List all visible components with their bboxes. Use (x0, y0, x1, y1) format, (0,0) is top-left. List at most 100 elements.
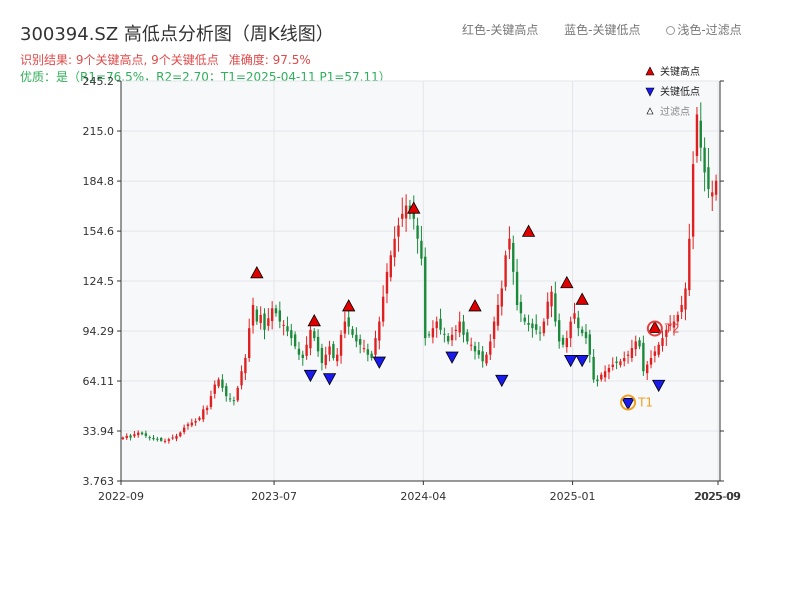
candle-body (133, 434, 136, 437)
candle-body (500, 288, 503, 307)
candle-body (630, 348, 634, 359)
candle-body (714, 180, 718, 195)
candle-body (305, 344, 308, 356)
candle-body (385, 271, 389, 294)
candle-body (557, 320, 561, 342)
y-tick-label: 3.763 (83, 475, 115, 488)
candle-body (351, 329, 354, 335)
candle-body (649, 358, 653, 365)
candle-body (619, 361, 622, 366)
t1-label: T1 (637, 395, 653, 409)
candle-body (680, 304, 683, 313)
candle-body (389, 255, 392, 278)
candle-body (244, 358, 247, 374)
candle-body (695, 114, 699, 157)
candle-body (163, 440, 167, 442)
candle-body (270, 308, 274, 322)
candle-body (600, 374, 603, 380)
candle-body (646, 364, 649, 374)
candle-body (374, 338, 377, 355)
candle-body (366, 349, 370, 355)
y-tick-label: 33.94 (83, 425, 115, 438)
candle-body (393, 238, 396, 258)
candle-body (688, 238, 691, 291)
candle-body (255, 309, 259, 322)
candle-body (140, 432, 144, 435)
candle-body (274, 308, 278, 314)
candle-body (477, 350, 481, 355)
candle-body (397, 225, 400, 237)
candle-body (401, 213, 404, 219)
candle-body (450, 334, 454, 341)
candle-body (485, 354, 488, 364)
candle-body (623, 358, 626, 362)
candle-body (638, 340, 641, 347)
legend-high-icon (645, 66, 655, 76)
candle-body (420, 240, 423, 259)
y-tick-label: 154.6 (83, 225, 115, 238)
candle-body (603, 371, 607, 378)
candle-body (588, 334, 591, 355)
candle-body (615, 361, 618, 363)
candle-body (182, 427, 186, 433)
candle-body (454, 329, 458, 332)
candle-body (515, 271, 519, 305)
candle-body (424, 256, 427, 339)
candle-body (290, 330, 293, 339)
candle-body (328, 346, 331, 355)
candle-body (259, 314, 262, 323)
candle-body (691, 164, 695, 237)
candle-body (236, 387, 239, 401)
candle-body (221, 379, 224, 388)
y-tick-label: 245.2 (83, 75, 115, 88)
candle-body (504, 255, 507, 287)
candle-body (642, 342, 645, 372)
candle-body (462, 321, 465, 335)
candle-body (577, 317, 580, 329)
candle-body (542, 321, 546, 334)
y-tick-label: 94.29 (83, 325, 115, 338)
x-tick-label: 2022-09 (98, 490, 144, 503)
y-tick-label: 215.0 (83, 125, 115, 138)
candle-body (362, 348, 366, 350)
candle-body (121, 437, 125, 440)
y-tick-label: 64.11 (83, 375, 115, 388)
candle-body (634, 341, 637, 350)
candle-body (378, 321, 381, 341)
candle-body (527, 322, 530, 325)
candle-body (301, 354, 304, 359)
y-tick-label: 124.5 (83, 275, 115, 288)
candle-body (297, 348, 301, 355)
candle-body (148, 437, 151, 439)
candle-body (309, 329, 312, 349)
t2-label: T2 (664, 321, 680, 335)
candle-body (313, 331, 316, 339)
candle-body (251, 304, 255, 326)
candle-body (661, 338, 664, 346)
candle-body (190, 422, 193, 426)
y-tick-label: 184.8 (83, 175, 115, 188)
candle-body (167, 439, 171, 441)
candle-body (596, 379, 599, 382)
candle-body (202, 409, 205, 420)
candle-body (531, 323, 534, 329)
candle-body (447, 336, 450, 342)
candle-body (473, 345, 477, 352)
candle-body (316, 336, 320, 352)
candle-body (431, 328, 435, 338)
candlestick-chart: T1 T2 3.763 33.94 64.11 94.29 124.5 154.6 184.8… (83, 65, 741, 503)
candle-body (512, 242, 515, 272)
candle-body (435, 321, 438, 329)
candle-body (171, 437, 174, 439)
candle-body (711, 192, 714, 197)
candle-body (347, 317, 350, 327)
candle-body (523, 317, 526, 322)
candle-body (125, 435, 128, 438)
candle-body (320, 347, 324, 363)
candle-body (159, 437, 163, 441)
candle-body (653, 351, 657, 356)
candle-body (267, 318, 270, 326)
candle-body (565, 338, 569, 348)
candle-body (466, 332, 469, 342)
candle-body (611, 364, 614, 367)
